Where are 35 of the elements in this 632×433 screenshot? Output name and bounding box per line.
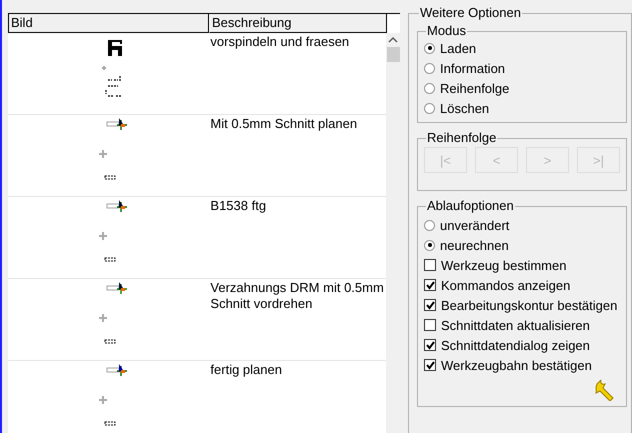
check-icon	[426, 300, 434, 310]
group-title: Ablaufoptionen	[426, 199, 515, 213]
radio-option[interactable]: Laden	[424, 38, 620, 58]
group-title: Weitere Optionen	[419, 6, 522, 20]
toolpath-drawing	[98, 281, 128, 344]
radio-option[interactable]: Reihenfolge	[424, 78, 620, 98]
column-header[interactable]: Beschreibung	[209, 14, 387, 33]
operation-description: vorspindeln und fraesen	[210, 34, 350, 49]
checkbox-option[interactable]: Kommandos anzeigen	[424, 275, 620, 295]
checkbox-option[interactable]: Bearbeitungskontur bestätigen	[424, 295, 620, 315]
operation-description: B1538 ftg	[210, 198, 266, 213]
group-title: Modus	[426, 24, 468, 38]
operation-description: Mit 0.5mm Schnitt planen	[210, 116, 358, 131]
checkbox-option[interactable]: Schnittdaten aktualisieren	[424, 315, 620, 335]
operation-description: Verzahnungs DRM mit 0.5mm Schnitt vordrehen	[210, 280, 384, 311]
checkbox-option[interactable]: Werkzeugbahn bestätigen	[424, 355, 620, 375]
scroll-thumb[interactable]	[386, 47, 400, 62]
radio-option[interactable]: Löschen	[424, 98, 620, 118]
operation-description: fertig planen	[210, 362, 282, 377]
toolpath-drawing	[98, 363, 128, 426]
check-icon	[426, 340, 434, 350]
group-title: Reihenfolge	[426, 131, 498, 145]
radio-option[interactable]: Information	[424, 58, 620, 78]
checkbox-option[interactable]: Werkzeug bestimmen	[424, 255, 620, 275]
toolpath-drawing	[98, 117, 128, 180]
wrench-icon[interactable]	[594, 379, 616, 401]
vertical-scrollbar[interactable]	[386, 33, 400, 433]
check-icon	[426, 280, 434, 290]
toolpath-drawing	[98, 199, 128, 262]
column-header[interactable]: Bild	[8, 14, 209, 33]
radio-option[interactable]: unverändert	[424, 215, 620, 235]
radio-option[interactable]: neurechnen	[424, 235, 620, 255]
toolpath-drawing	[101, 39, 124, 98]
checkbox-option[interactable]: Schnittdatendialog zeigen	[424, 335, 620, 355]
check-icon	[426, 360, 434, 370]
